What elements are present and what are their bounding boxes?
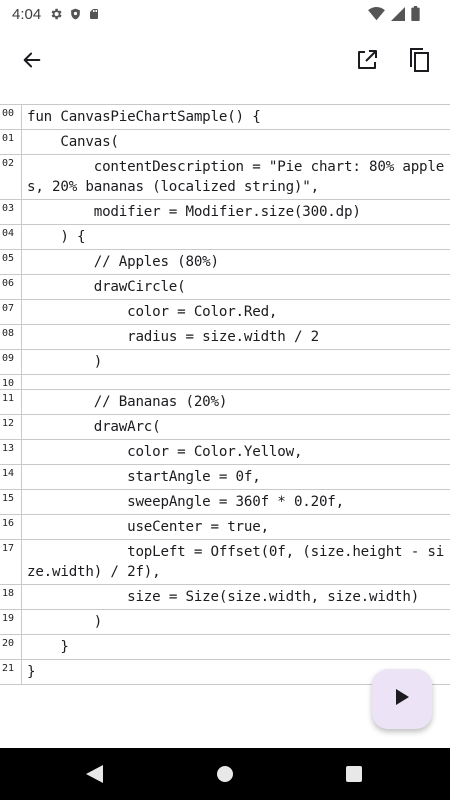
line-number: 00 <box>0 105 22 129</box>
line-number: 12 <box>0 415 22 439</box>
status-time: 4:04 <box>12 5 42 23</box>
line-number: 01 <box>0 130 22 154</box>
code-line: 08 radius = size.width / 2 <box>0 325 450 350</box>
line-number: 19 <box>0 610 22 634</box>
nav-back-icon[interactable] <box>86 765 103 788</box>
battery-icon <box>411 6 420 21</box>
code-line: 01 Canvas( <box>0 130 450 155</box>
line-number: 07 <box>0 300 22 324</box>
line-number: 08 <box>0 325 22 349</box>
code-line: 12 drawArc( <box>0 415 450 440</box>
arrow-back-icon <box>21 49 43 76</box>
status-bar: 4:04 <box>0 0 450 28</box>
code-text: ) { <box>27 229 86 245</box>
line-number: 20 <box>0 635 22 659</box>
code-text: contentDescription = "Pie chart: 80% app… <box>27 159 445 195</box>
code-line: 18 size = Size(size.width, size.width) <box>0 585 450 610</box>
code-text: color = Color.Yellow, <box>27 444 303 460</box>
code-line: 15 sweepAngle = 360f * 0.20f, <box>0 490 450 515</box>
sd-card-icon <box>88 7 100 21</box>
code-line: 07 color = Color.Red, <box>0 300 450 325</box>
code-line: 14 startAngle = 0f, <box>0 465 450 490</box>
code-viewer: 00 fun CanvasPieChartSample() { 01 Canvas(… <box>0 104 450 685</box>
line-number: 06 <box>0 275 22 299</box>
line-number: 11 <box>0 390 22 414</box>
line-number: 02 <box>0 155 22 199</box>
copy-icon <box>407 47 431 78</box>
code-line: 19 ) <box>0 610 450 635</box>
run-button[interactable] <box>372 669 432 729</box>
nav-recents-icon[interactable] <box>346 766 362 787</box>
line-number: 16 <box>0 515 22 539</box>
line-number: 10 <box>0 375 22 389</box>
open-in-new-icon <box>355 48 379 77</box>
nav-home-icon[interactable] <box>217 766 233 787</box>
code-text: color = Color.Red, <box>27 304 278 320</box>
code-line: 04 ) { <box>0 225 450 250</box>
code-text: // Bananas (20%) <box>27 394 228 410</box>
code-text: ) <box>27 614 103 630</box>
line-number: 15 <box>0 490 22 514</box>
code-line: 05 // Apples (80%) <box>0 250 450 275</box>
line-number: 17 <box>0 540 22 584</box>
code-text: ) <box>27 354 103 370</box>
navigation-bar <box>0 748 450 800</box>
gear-icon <box>49 7 63 21</box>
code-line: 06 drawCircle( <box>0 275 450 300</box>
wifi-icon <box>368 6 385 21</box>
play-icon <box>395 688 409 710</box>
back-button[interactable] <box>12 42 52 82</box>
line-number: 05 <box>0 250 22 274</box>
shield-icon <box>69 7 82 21</box>
code-text: } <box>27 639 69 655</box>
code-line: 02 contentDescription = "Pie chart: 80% … <box>0 155 450 200</box>
code-line: 20 } <box>0 635 450 660</box>
code-line: 11 // Bananas (20%) <box>0 390 450 415</box>
line-number: 13 <box>0 440 22 464</box>
status-left-icons <box>49 7 100 21</box>
code-text: fun CanvasPieChartSample() { <box>27 109 261 125</box>
line-number: 18 <box>0 585 22 609</box>
line-number: 21 <box>0 660 22 684</box>
code-text: drawArc( <box>27 419 161 435</box>
code-text: drawCircle( <box>27 279 186 295</box>
code-text: useCenter = true, <box>27 519 269 535</box>
code-line: 09 ) <box>0 350 450 375</box>
code-text: sweepAngle = 360f * 0.20f, <box>27 494 344 510</box>
code-text: radius = size.width / 2 <box>27 329 319 345</box>
code-line: 00 fun CanvasPieChartSample() { <box>0 104 450 130</box>
line-number: 04 <box>0 225 22 249</box>
code-text: modifier = Modifier.size(300.dp) <box>27 204 361 220</box>
code-text: topLeft = Offset(0f, (size.height - size… <box>27 544 445 580</box>
signal-icon <box>391 6 405 21</box>
code-text: // Apples (80%) <box>27 254 219 270</box>
code-text: startAngle = 0f, <box>27 469 261 485</box>
line-number: 03 <box>0 200 22 224</box>
code-line: 17 topLeft = Offset(0f, (size.height - s… <box>0 540 450 585</box>
code-line: 10 <box>0 375 450 390</box>
open-in-new-button[interactable] <box>347 42 387 82</box>
line-number: 09 <box>0 350 22 374</box>
status-right-icons <box>368 6 420 21</box>
code-line: 16 useCenter = true, <box>0 515 450 540</box>
line-number: 14 <box>0 465 22 489</box>
copy-button[interactable] <box>399 42 439 82</box>
code-text: size = Size(size.width, size.width) <box>27 589 420 605</box>
code-line: 03 modifier = Modifier.size(300.dp) <box>0 200 450 225</box>
top-app-bar <box>0 28 450 96</box>
code-text: Canvas( <box>27 134 119 150</box>
code-line: 13 color = Color.Yellow, <box>0 440 450 465</box>
